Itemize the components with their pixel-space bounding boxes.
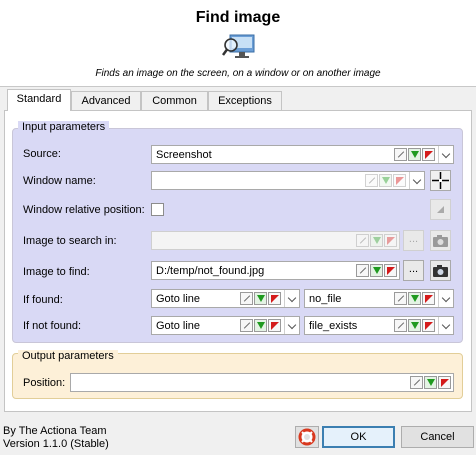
edit-text-icon[interactable]: [356, 264, 369, 277]
image-to-search-in-input[interactable]: [151, 231, 400, 250]
tab-common[interactable]: Common: [141, 91, 208, 110]
find-image-icon: [221, 33, 256, 61]
edit-text-icon[interactable]: [410, 376, 423, 389]
output-parameters-title: Output parameters: [18, 350, 118, 363]
help-button[interactable]: [295, 426, 319, 448]
code-mode-icon[interactable]: [268, 292, 281, 305]
ok-button[interactable]: OK: [322, 426, 395, 448]
window-picker-button[interactable]: [430, 170, 451, 191]
if-found-label: If found:: [23, 294, 63, 306]
edit-text-icon[interactable]: [240, 292, 253, 305]
if-found-action-value: Goto line: [156, 292, 201, 305]
window-relative-position-label: Window relative position:: [23, 204, 145, 216]
camera-icon: [433, 235, 448, 247]
insert-variable-icon[interactable]: [370, 264, 383, 277]
lifebuoy-icon: [298, 428, 316, 446]
chevron-down-icon[interactable]: [284, 290, 299, 307]
window-name-label: Window name:: [23, 175, 96, 187]
window-relative-position-checkbox[interactable]: [151, 203, 164, 216]
insert-variable-icon[interactable]: [408, 319, 421, 332]
if-not-found-target-value: file_exists: [309, 319, 358, 332]
if-found-action-select[interactable]: Goto line: [151, 289, 300, 308]
edit-text-icon[interactable]: [394, 319, 407, 332]
position-label: Position:: [23, 377, 66, 389]
code-mode-icon[interactable]: [438, 376, 451, 389]
chevron-down-icon[interactable]: [438, 317, 453, 334]
crosshair-icon: [432, 172, 449, 189]
position-icon: [437, 206, 444, 213]
insert-variable-icon[interactable]: [408, 292, 421, 305]
if-not-found-target-select[interactable]: file_exists: [304, 316, 454, 335]
if-not-found-action-select[interactable]: Goto line: [151, 316, 300, 335]
code-mode-icon[interactable]: [384, 234, 397, 247]
tab-standard[interactable]: Standard: [7, 89, 71, 111]
image-to-search-in-browse-button[interactable]: ...: [403, 230, 424, 251]
insert-variable-icon[interactable]: [254, 319, 267, 332]
position-input[interactable]: [70, 373, 454, 392]
edit-text-icon[interactable]: [394, 292, 407, 305]
tab-advanced[interactable]: Advanced: [71, 91, 141, 110]
chevron-down-icon[interactable]: [284, 317, 299, 334]
code-mode-icon[interactable]: [393, 174, 406, 187]
if-not-found-label: If not found:: [23, 320, 82, 332]
chevron-down-icon[interactable]: [438, 146, 453, 163]
code-mode-icon[interactable]: [422, 148, 435, 161]
image-to-find-capture-button[interactable]: [430, 260, 451, 281]
image-to-find-input[interactable]: D:/temp/not_found.jpg: [151, 261, 400, 280]
tab-exceptions[interactable]: Exceptions: [208, 91, 282, 110]
if-found-target-value: no_file: [309, 292, 342, 305]
image-to-find-value: D:/temp/not_found.jpg: [156, 264, 265, 277]
edit-text-icon[interactable]: [365, 174, 378, 187]
code-mode-icon[interactable]: [422, 319, 435, 332]
source-value: Screenshot: [156, 148, 212, 161]
dialog-header: Find image Finds an image on the screen,…: [0, 0, 476, 86]
version-text: Version 1.1.0 (Stable): [3, 438, 109, 450]
insert-variable-icon[interactable]: [254, 292, 267, 305]
image-to-search-in-capture-button[interactable]: [430, 230, 451, 251]
window-name-input[interactable]: [151, 171, 425, 190]
if-not-found-action-value: Goto line: [156, 319, 201, 332]
input-parameters-title: Input parameters: [18, 121, 110, 134]
chevron-down-icon[interactable]: [409, 172, 424, 189]
author-text: By The Actiona Team: [3, 425, 107, 437]
image-to-find-label: Image to find:: [23, 266, 90, 278]
source-label: Source:: [23, 148, 61, 160]
edit-text-icon[interactable]: [356, 234, 369, 247]
edit-text-icon[interactable]: [394, 148, 407, 161]
insert-variable-icon[interactable]: [408, 148, 421, 161]
code-mode-icon[interactable]: [268, 319, 281, 332]
if-found-target-select[interactable]: no_file: [304, 289, 454, 308]
edit-text-icon[interactable]: [240, 319, 253, 332]
dialog-description: Finds an image on the screen, on a windo…: [95, 68, 381, 79]
source-select[interactable]: Screenshot: [151, 145, 454, 164]
insert-variable-icon[interactable]: [424, 376, 437, 389]
code-mode-icon[interactable]: [384, 264, 397, 277]
position-picker-button[interactable]: [430, 199, 451, 220]
image-to-search-in-label: Image to search in:: [23, 235, 117, 247]
dialog-title: Find image: [195, 9, 281, 26]
insert-variable-icon[interactable]: [370, 234, 383, 247]
camera-icon: [433, 265, 448, 277]
insert-variable-icon[interactable]: [379, 174, 392, 187]
image-to-find-browse-button[interactable]: ...: [403, 260, 424, 281]
header-divider: [0, 86, 476, 87]
cancel-button[interactable]: Cancel: [401, 426, 474, 448]
code-mode-icon[interactable]: [422, 292, 435, 305]
chevron-down-icon[interactable]: [438, 290, 453, 307]
